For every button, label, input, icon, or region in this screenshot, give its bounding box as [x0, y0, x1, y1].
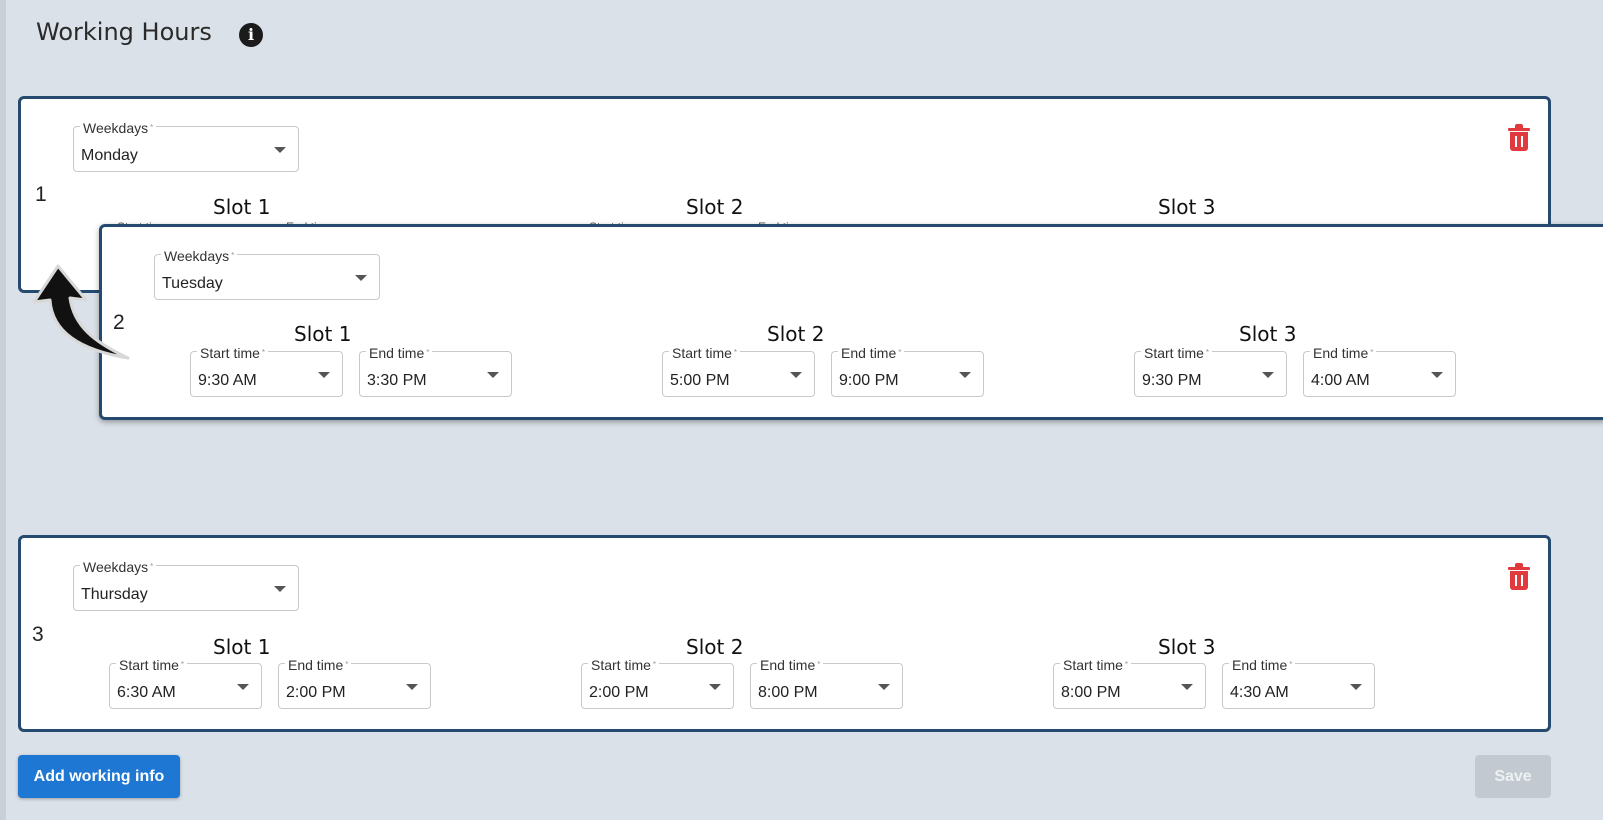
row-index: 3 — [32, 623, 44, 646]
end-time-select[interactable]: End time * 3:30 PM — [359, 346, 512, 397]
chevron-down-icon — [878, 684, 890, 690]
chevron-down-icon — [959, 372, 971, 378]
page-title: Working Hours — [36, 18, 212, 46]
end-time-select[interactable]: End time * 4:30 AM — [1222, 658, 1375, 709]
chevron-down-icon — [274, 147, 286, 153]
weekday-select[interactable]: Weekdays * Thursday — [73, 560, 299, 611]
delete-icon[interactable] — [1507, 563, 1531, 591]
chevron-down-icon — [318, 372, 330, 378]
slot-title: Slot 1 — [213, 635, 271, 659]
end-time-select[interactable]: End time * 9:00 PM — [831, 346, 984, 397]
weekday-value: Monday — [81, 147, 138, 164]
chevron-down-icon — [274, 586, 286, 592]
chevron-down-icon — [1350, 684, 1362, 690]
delete-icon[interactable] — [1507, 124, 1531, 152]
slot-title: Slot 3 — [1239, 322, 1297, 346]
save-button[interactable]: Save — [1475, 755, 1551, 798]
chevron-down-icon — [709, 684, 721, 690]
chevron-down-icon — [355, 275, 367, 281]
start-time-select[interactable]: Start time * 8:00 PM — [1053, 658, 1206, 709]
start-time-select[interactable]: Start time * 9:30 PM — [1134, 346, 1287, 397]
add-working-info-button[interactable]: Add working info — [18, 755, 180, 798]
start-time-select[interactable]: Start time * 5:00 PM — [662, 346, 815, 397]
weekday-label: Weekdays * — [161, 249, 238, 263]
start-time-select[interactable]: Start time * 9:30 AM — [190, 346, 343, 397]
start-time-select[interactable]: Start time * 6:30 AM — [109, 658, 262, 709]
end-time-select[interactable]: End time * 8:00 PM — [750, 658, 903, 709]
chevron-down-icon — [1431, 372, 1443, 378]
slot-title: Slot 1 — [213, 195, 271, 219]
slot-title: Slot 1 — [294, 322, 352, 346]
weekday-label: Weekdays * — [80, 121, 157, 135]
drag-arrow-icon — [32, 264, 130, 360]
start-time-select[interactable]: Start time * 2:00 PM — [581, 658, 734, 709]
slot-title: Slot 2 — [686, 195, 744, 219]
weekday-select[interactable]: Weekdays * Tuesday — [154, 249, 380, 300]
weekday-value: Thursday — [81, 586, 148, 603]
chevron-down-icon — [237, 684, 249, 690]
chevron-down-icon — [790, 372, 802, 378]
row-index: 1 — [35, 183, 47, 206]
weekday-select[interactable]: Weekdays * Monday — [73, 121, 299, 172]
info-icon[interactable]: i — [239, 23, 263, 47]
chevron-down-icon — [1181, 684, 1193, 690]
chevron-down-icon — [406, 684, 418, 690]
end-time-select[interactable]: End time * 2:00 PM — [278, 658, 431, 709]
chevron-down-icon — [1262, 372, 1274, 378]
working-row-3: 3 Weekdays * Thursday Slot 1 Start time * … — [18, 535, 1551, 732]
left-edge — [0, 0, 6, 820]
slot-title: Slot 2 — [686, 635, 744, 659]
end-time-select[interactable]: End time * 4:00 AM — [1303, 346, 1456, 397]
slot-title: Slot 2 — [767, 322, 825, 346]
slot-title: Slot 3 — [1158, 635, 1216, 659]
weekday-value: Tuesday — [162, 275, 223, 292]
chevron-down-icon — [487, 372, 499, 378]
slot-title: Slot 3 — [1158, 195, 1216, 219]
weekday-label: Weekdays * — [80, 560, 157, 574]
working-row-2-dragging[interactable]: 2 Weekdays * Tuesday Slot 1 Start time * 9… — [99, 224, 1603, 420]
